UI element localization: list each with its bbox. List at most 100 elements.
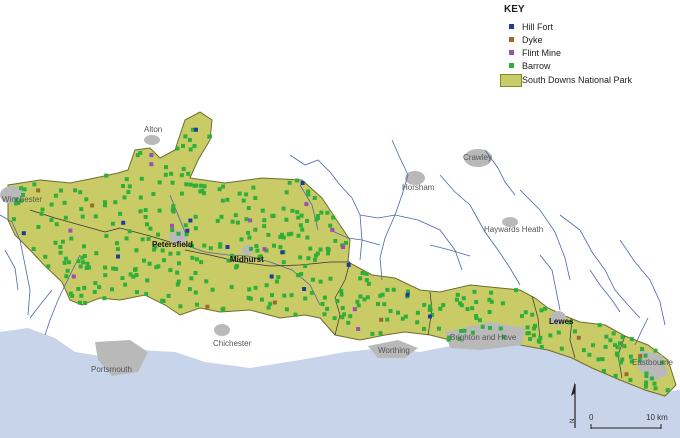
river: [539, 254, 561, 311]
hill-fort-marker: [188, 218, 193, 223]
barrow-marker: [523, 310, 528, 315]
barrow-marker: [253, 285, 258, 290]
barrow-marker: [60, 239, 65, 244]
barrow-marker: [200, 188, 205, 193]
barrow-marker: [643, 384, 648, 389]
barrow-marker: [640, 347, 645, 352]
barrow-marker: [274, 279, 279, 284]
river: [359, 214, 463, 271]
barrow-marker: [79, 207, 84, 212]
barrow-marker: [303, 264, 308, 269]
barrow-marker: [474, 300, 479, 304]
barrow-marker: [364, 278, 369, 283]
hill-fort-marker: [428, 314, 432, 319]
barrow-marker: [644, 380, 649, 385]
barrow-marker: [259, 297, 264, 302]
barrow-marker: [67, 260, 71, 265]
barrow-marker: [202, 243, 207, 248]
barrow-marker: [31, 246, 36, 251]
barrow-marker: [179, 173, 184, 178]
barrow-marker: [104, 233, 109, 238]
dyke-square-icon: [508, 37, 514, 42]
barrow-marker: [597, 323, 602, 328]
barrow-marker: [305, 219, 309, 223]
national-park-swatch-icon: [500, 73, 522, 87]
hill-fort-marker: [116, 254, 120, 259]
barrow-marker: [325, 306, 330, 311]
barrow-marker: [653, 386, 658, 391]
barrow-marker: [233, 213, 238, 218]
barrow-marker: [427, 308, 432, 312]
barrow-marker: [415, 310, 420, 315]
barrow-marker: [348, 314, 353, 319]
barrow-marker: [73, 188, 78, 193]
label-lewes: Lewes: [549, 317, 574, 326]
dyke-marker: [36, 188, 41, 193]
barrow-marker: [650, 376, 654, 381]
barrow-marker: [306, 189, 311, 194]
river: [29, 289, 53, 319]
barrow-marker: [144, 292, 149, 296]
hill-fort-marker: [280, 250, 285, 255]
flint-mine-marker: [71, 274, 76, 279]
barrow-marker: [62, 200, 67, 205]
barrow-marker: [85, 261, 90, 266]
river: [4, 249, 19, 291]
barrow-marker: [190, 255, 195, 260]
barrow-marker: [168, 251, 173, 256]
barrow-marker: [59, 188, 63, 193]
barrow-marker: [92, 290, 97, 294]
barrow-marker: [253, 196, 258, 200]
barrow-marker: [385, 287, 390, 292]
river: [559, 214, 641, 319]
barrow-marker: [455, 292, 460, 297]
barrow-marker: [644, 371, 649, 376]
barrow-marker: [360, 271, 365, 275]
barrow-marker: [498, 326, 503, 331]
hill-fort-marker: [225, 245, 230, 249]
barrow-marker: [194, 183, 199, 188]
barrow-marker: [76, 259, 81, 264]
barrow-marker: [298, 223, 303, 228]
barrow-marker: [342, 312, 347, 317]
barrow-marker: [138, 195, 143, 200]
barrow-marker: [199, 260, 204, 265]
barrow-marker: [266, 305, 271, 310]
river: [619, 239, 666, 326]
hill-fort-marker: [405, 292, 410, 297]
barrow-marker: [124, 177, 129, 182]
barrow-marker: [556, 330, 561, 335]
label-petersfield: Petersfield: [152, 240, 193, 249]
barrow-marker: [268, 301, 273, 306]
label-eastbourne: Eastbourne: [632, 358, 673, 367]
barrow-marker: [339, 292, 344, 297]
barrow-marker: [220, 198, 225, 203]
barrow-marker: [314, 253, 318, 258]
hill-fort-marker: [121, 220, 126, 225]
barrow-marker: [573, 329, 577, 334]
barrow-marker: [36, 225, 41, 229]
barrow-marker: [244, 192, 249, 197]
barrow-marker: [319, 210, 324, 215]
barrow-marker: [474, 314, 478, 318]
barrow-marker: [344, 240, 348, 245]
barrow-marker: [138, 209, 143, 214]
barrow-marker: [388, 309, 393, 313]
barrow-marker: [58, 250, 63, 255]
barrow-marker: [184, 182, 189, 187]
flint-mine-marker: [341, 245, 346, 249]
barrow-marker: [358, 276, 363, 281]
barrow-marker: [284, 307, 289, 312]
river: [429, 244, 471, 257]
barrow-marker: [43, 254, 48, 259]
barrow-marker: [139, 176, 144, 181]
barrow-marker: [248, 296, 253, 301]
barrow-marker: [83, 301, 88, 305]
barrow-marker: [80, 214, 85, 219]
barrow-marker: [140, 237, 145, 242]
barrow-marker: [355, 299, 360, 304]
barrow-marker: [193, 226, 198, 231]
barrow-marker: [170, 228, 175, 232]
barrow-marker: [378, 331, 383, 336]
barrow-marker: [183, 223, 188, 228]
